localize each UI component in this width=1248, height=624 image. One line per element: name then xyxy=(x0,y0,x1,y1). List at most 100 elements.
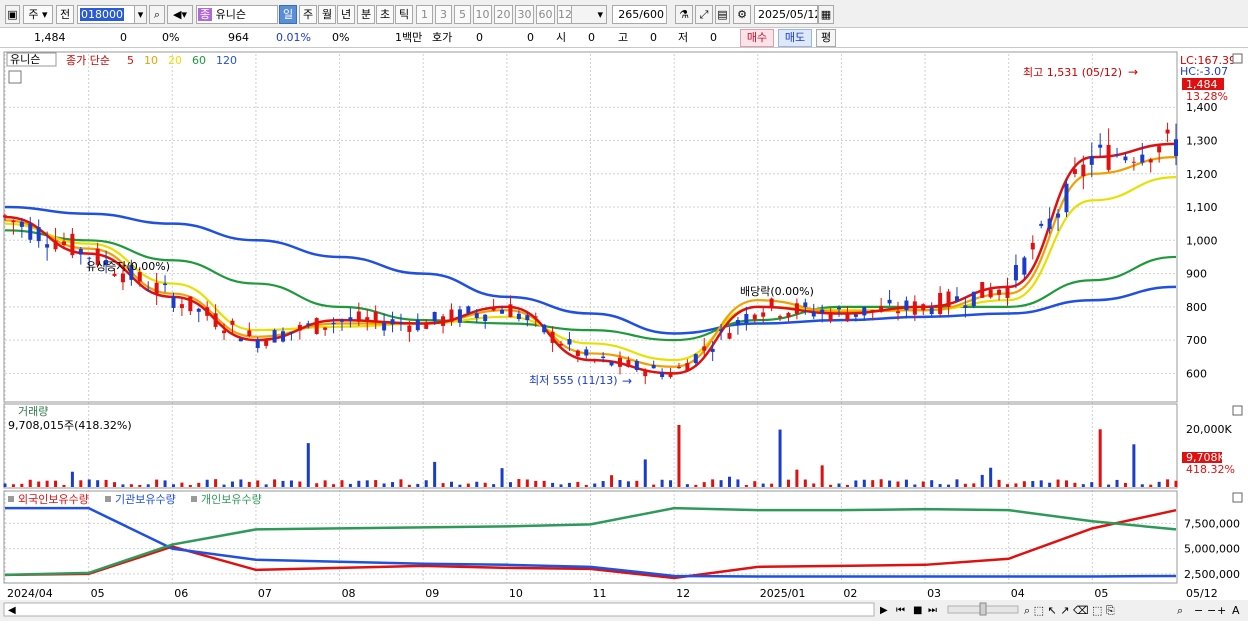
sell-button[interactable]: 매도 xyxy=(778,29,812,47)
interval-button-10[interactable]: 10 xyxy=(473,5,492,24)
price-tick-label: 600 xyxy=(1186,367,1207,380)
stock-chart-svg[interactable]: 1,400 1,300 1,200 1,100 1,000 900 800 700 600 20… xyxy=(0,50,1248,621)
save-icon[interactable]: ▤ xyxy=(715,5,730,24)
scroll-start-icon: ⏮ xyxy=(896,605,905,616)
candle-body xyxy=(1165,129,1170,134)
interval-dropdown[interactable]: ▾ xyxy=(571,5,607,24)
volume-bar xyxy=(492,484,496,487)
hoga-label: 호가 xyxy=(432,31,453,44)
volume-bar xyxy=(1006,484,1010,487)
candle-body xyxy=(980,282,985,298)
prev-button[interactable]: 전 xyxy=(56,5,74,24)
volume-bar xyxy=(1174,480,1178,487)
volume-bar xyxy=(1140,484,1144,487)
draw-line-icon[interactable]: ⤢ xyxy=(695,5,713,24)
volume-bar xyxy=(1157,481,1161,487)
candle-body xyxy=(811,312,816,317)
candle-body xyxy=(188,296,193,312)
candle-body xyxy=(78,248,83,255)
speaker-icon[interactable]: ◀▾ xyxy=(167,5,193,24)
calendar-icon[interactable]: ▦ xyxy=(818,5,834,24)
candle-body xyxy=(331,322,336,325)
period-tab-1[interactable]: 주 xyxy=(299,5,317,24)
volume-bar xyxy=(567,482,571,487)
code-dropdown-icon[interactable]: ▾ xyxy=(134,5,147,24)
candle-icon[interactable]: ⚗ xyxy=(675,5,693,24)
volume-bar xyxy=(559,484,563,487)
x-tick-label: 07 xyxy=(258,587,272,600)
search-icon[interactable]: ⌕ xyxy=(149,5,165,24)
eval-button[interactable]: 평 xyxy=(816,29,836,47)
volume-bar xyxy=(963,483,967,487)
volume-bar xyxy=(913,484,917,487)
period-tab-4[interactable]: 분 xyxy=(357,5,375,24)
volume-bar xyxy=(947,484,951,487)
candle-body xyxy=(778,316,783,318)
price-tick-label: 900 xyxy=(1186,268,1207,281)
gear-icon[interactable]: ⚙ xyxy=(733,5,751,24)
candle-body xyxy=(407,325,412,332)
high-value: 0 xyxy=(650,31,657,44)
volume-bar xyxy=(795,469,799,487)
candle-body xyxy=(719,329,724,332)
volume-bar xyxy=(896,481,900,487)
stock-name-field[interactable]: 종 유니슨 xyxy=(196,5,278,24)
candle-body xyxy=(45,244,50,248)
interval-button-3[interactable]: 3 xyxy=(435,5,452,24)
candle-body xyxy=(1081,164,1086,177)
count-field[interactable]: 265/600 xyxy=(612,5,667,24)
candle-body xyxy=(626,360,631,367)
candle-body xyxy=(963,305,968,308)
date-field[interactable]: 2025/05/12 xyxy=(754,5,818,24)
volume-bar xyxy=(391,482,395,487)
volume-bar xyxy=(1166,479,1170,487)
interval-button-5[interactable]: 5 xyxy=(454,5,471,24)
volume-bar xyxy=(281,480,285,487)
chart-menu-icon[interactable]: ▣ xyxy=(5,5,20,24)
x-tick-label: 08 xyxy=(342,587,356,600)
volume-bar xyxy=(475,481,479,487)
interval-button-30[interactable]: 30 xyxy=(515,5,534,24)
hc-label: HC:-3.07 xyxy=(1180,65,1228,78)
candle-body xyxy=(415,320,420,331)
volume-bar xyxy=(1123,482,1127,487)
volume-bar xyxy=(365,480,369,487)
volume-bar xyxy=(761,483,765,487)
volume-bar xyxy=(1132,444,1136,487)
holdings-legend-label-1: 기관보유수량 xyxy=(115,493,176,506)
candle-body xyxy=(1030,242,1035,250)
candle-body xyxy=(483,314,488,322)
candle-body xyxy=(449,309,454,322)
period-type-select[interactable]: 주 ▾ xyxy=(23,5,53,24)
period-tab-0[interactable]: 일 xyxy=(279,5,297,24)
price-panel-close-icon xyxy=(1232,53,1243,64)
candle-body xyxy=(794,303,799,314)
volume-bar xyxy=(930,480,934,487)
volume-bar xyxy=(197,482,201,487)
volume-bar xyxy=(37,481,41,487)
candle-body xyxy=(676,366,681,369)
volume-bar xyxy=(20,483,24,487)
period-tab-2[interactable]: 월 xyxy=(318,5,336,24)
horizontal-scrollbar xyxy=(3,602,875,617)
period-tab-6[interactable]: 틱 xyxy=(395,5,413,24)
x-tick-label: 10 xyxy=(509,587,523,600)
volume-bar xyxy=(138,484,142,487)
period-tab-5[interactable]: 초 xyxy=(376,5,394,24)
volume-bar xyxy=(508,482,512,487)
x-tick-label: 05 xyxy=(91,587,105,600)
volume-bar xyxy=(938,484,942,487)
volume-bar xyxy=(298,481,302,487)
buy-button[interactable]: 매수 xyxy=(740,29,774,47)
candle-body xyxy=(575,350,580,356)
x-tick-label: 09 xyxy=(425,587,439,600)
volume-bar xyxy=(618,480,622,487)
candle-body xyxy=(500,309,505,314)
interval-button-1[interactable]: 1 xyxy=(416,5,433,24)
interval-button-20[interactable]: 20 xyxy=(494,5,513,24)
interval-button-60[interactable]: 60 xyxy=(536,5,555,24)
candle-body xyxy=(820,309,825,314)
volume-bar xyxy=(660,479,664,487)
candle-body xyxy=(466,306,471,314)
period-tab-3[interactable]: 년 xyxy=(337,5,355,24)
